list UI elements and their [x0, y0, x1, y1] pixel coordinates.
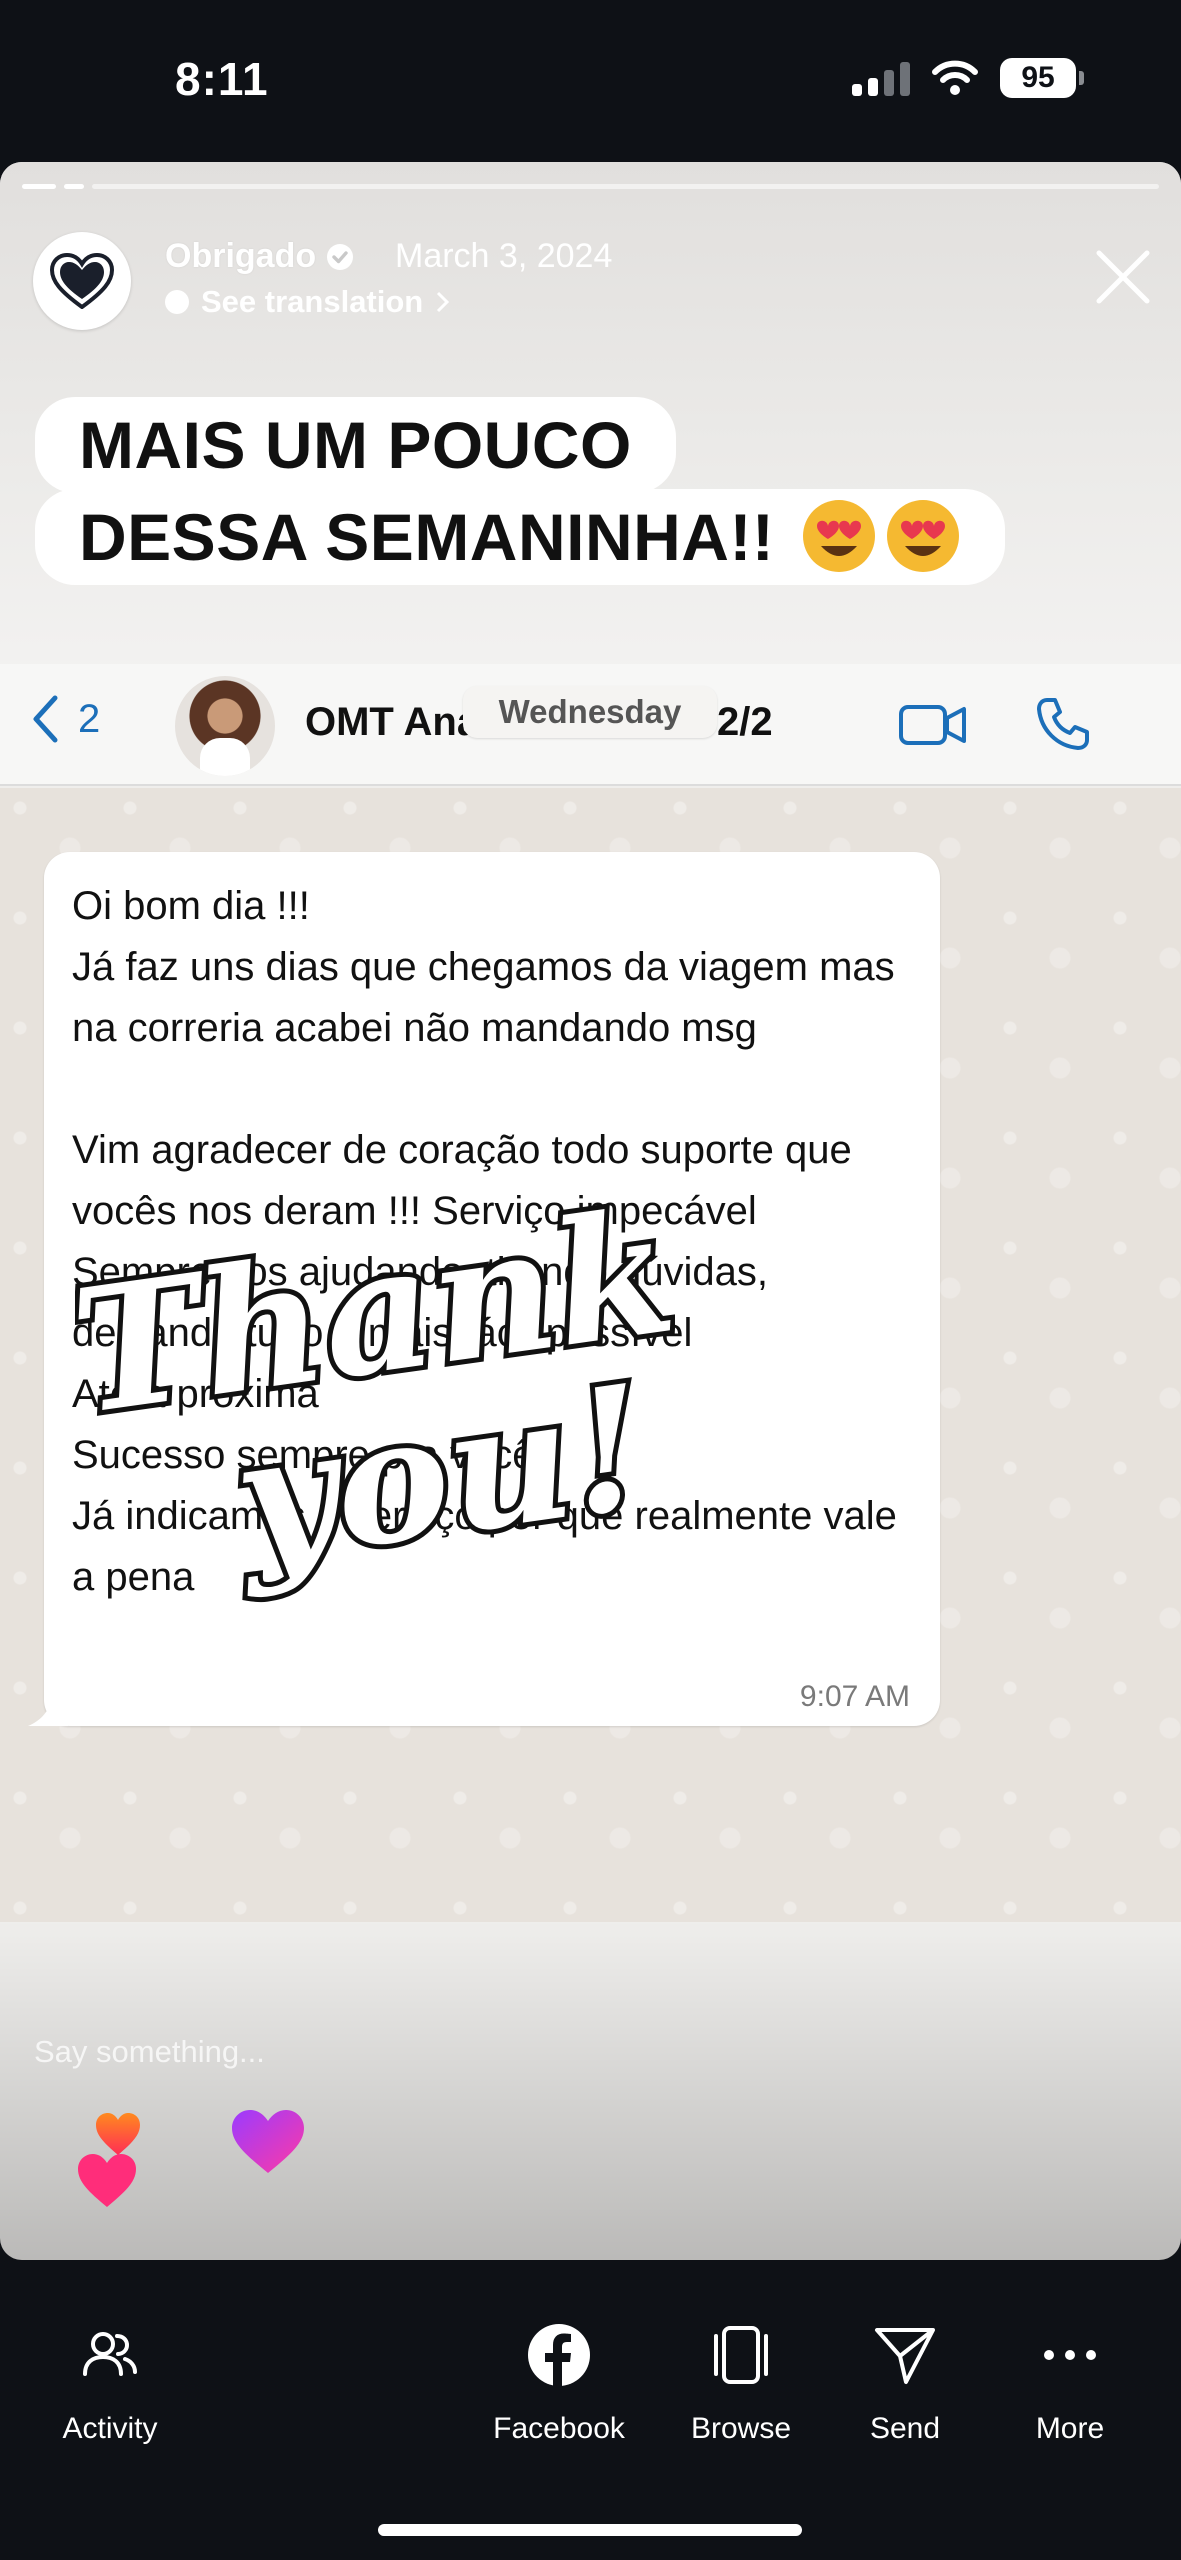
nav-activity[interactable]: Activity	[25, 2322, 195, 2446]
day-separator: Wednesday	[463, 686, 717, 738]
progress-segment-2	[64, 184, 84, 189]
more-dots-icon	[1044, 2350, 1096, 2360]
people-icon	[83, 2332, 137, 2376]
video-call-icon	[899, 705, 966, 745]
message-time: 9:07 AM	[799, 1680, 910, 1713]
battery-level: 95	[1021, 61, 1055, 94]
nav-facebook[interactable]: Facebook	[474, 2322, 644, 2446]
heart-eyes-emoji-icon	[887, 500, 960, 572]
heart-logo-icon	[50, 253, 114, 309]
see-translation-link[interactable]: See translation	[165, 284, 451, 320]
nav-activity-label: Activity	[62, 2412, 158, 2445]
battery-icon: 95	[1000, 58, 1084, 98]
nav-browse-label: Browse	[690, 2412, 792, 2445]
nav-browse[interactable]: Browse	[656, 2322, 826, 2446]
poster-name[interactable]: Obrigado	[165, 237, 354, 276]
thank-you-sticker[interactable]: Thank you!	[75, 1202, 675, 1632]
whatsapp-back-button: 2	[30, 694, 100, 744]
phone-icon	[1037, 698, 1089, 750]
nav-more-label: More	[1035, 2412, 1105, 2445]
progress-segment-1	[22, 184, 56, 189]
progress-remaining	[92, 184, 1159, 189]
chevron-left-icon	[33, 695, 58, 743]
headline-line-2: DESSA SEMANINHA!!	[35, 489, 1006, 585]
close-icon[interactable]	[1093, 247, 1153, 307]
heart-icon	[96, 2113, 140, 2155]
chevron-right-icon	[437, 291, 450, 313]
poster-avatar[interactable]	[33, 232, 131, 330]
headline-line-2-text: DESSA SEMANINHA!!	[79, 500, 775, 574]
status-icons: 95	[852, 58, 1084, 98]
cellular-signal-icon	[852, 60, 910, 96]
home-indicator[interactable]	[378, 2524, 802, 2536]
story-viewer[interactable]: Obrigado March 3, 2024 See translation M…	[0, 162, 1181, 2260]
wifi-icon	[932, 60, 978, 95]
story-progress	[22, 184, 1159, 189]
headline-line-1: MAIS UM POUCO	[35, 397, 676, 493]
see-translation-label: See translation	[201, 284, 424, 319]
post-date: March 3, 2024	[395, 237, 613, 275]
translation-icon	[165, 290, 189, 314]
contact-avatar	[175, 676, 275, 776]
verified-badge-icon	[327, 243, 354, 270]
heart-icon	[232, 2110, 304, 2173]
poster-name-text: Obrigado	[165, 237, 317, 275]
send-icon	[875, 2328, 935, 2384]
nav-send-label: Send	[869, 2412, 941, 2445]
headline-line-1-text: MAIS UM POUCO	[79, 408, 632, 482]
reaction-hearts	[78, 2110, 304, 2207]
heart-eyes-emoji-icon	[803, 500, 876, 572]
facebook-icon	[528, 2324, 590, 2386]
bubble-tail	[28, 1696, 68, 1726]
status-time: 8:11	[175, 53, 269, 105]
browse-cards-icon	[714, 2326, 768, 2384]
nav-facebook-label: Facebook	[493, 2412, 625, 2445]
bottom-nav: Activity Facebook Browse Send More	[0, 2262, 1181, 2560]
nav-send[interactable]: Send	[820, 2322, 990, 2446]
heart-icon	[78, 2154, 136, 2207]
reply-input[interactable]: Say something...	[34, 2034, 265, 2070]
unread-count: 2	[78, 696, 101, 741]
status-bar: 8:11 95	[0, 0, 1181, 160]
nav-more[interactable]: More	[985, 2322, 1155, 2446]
